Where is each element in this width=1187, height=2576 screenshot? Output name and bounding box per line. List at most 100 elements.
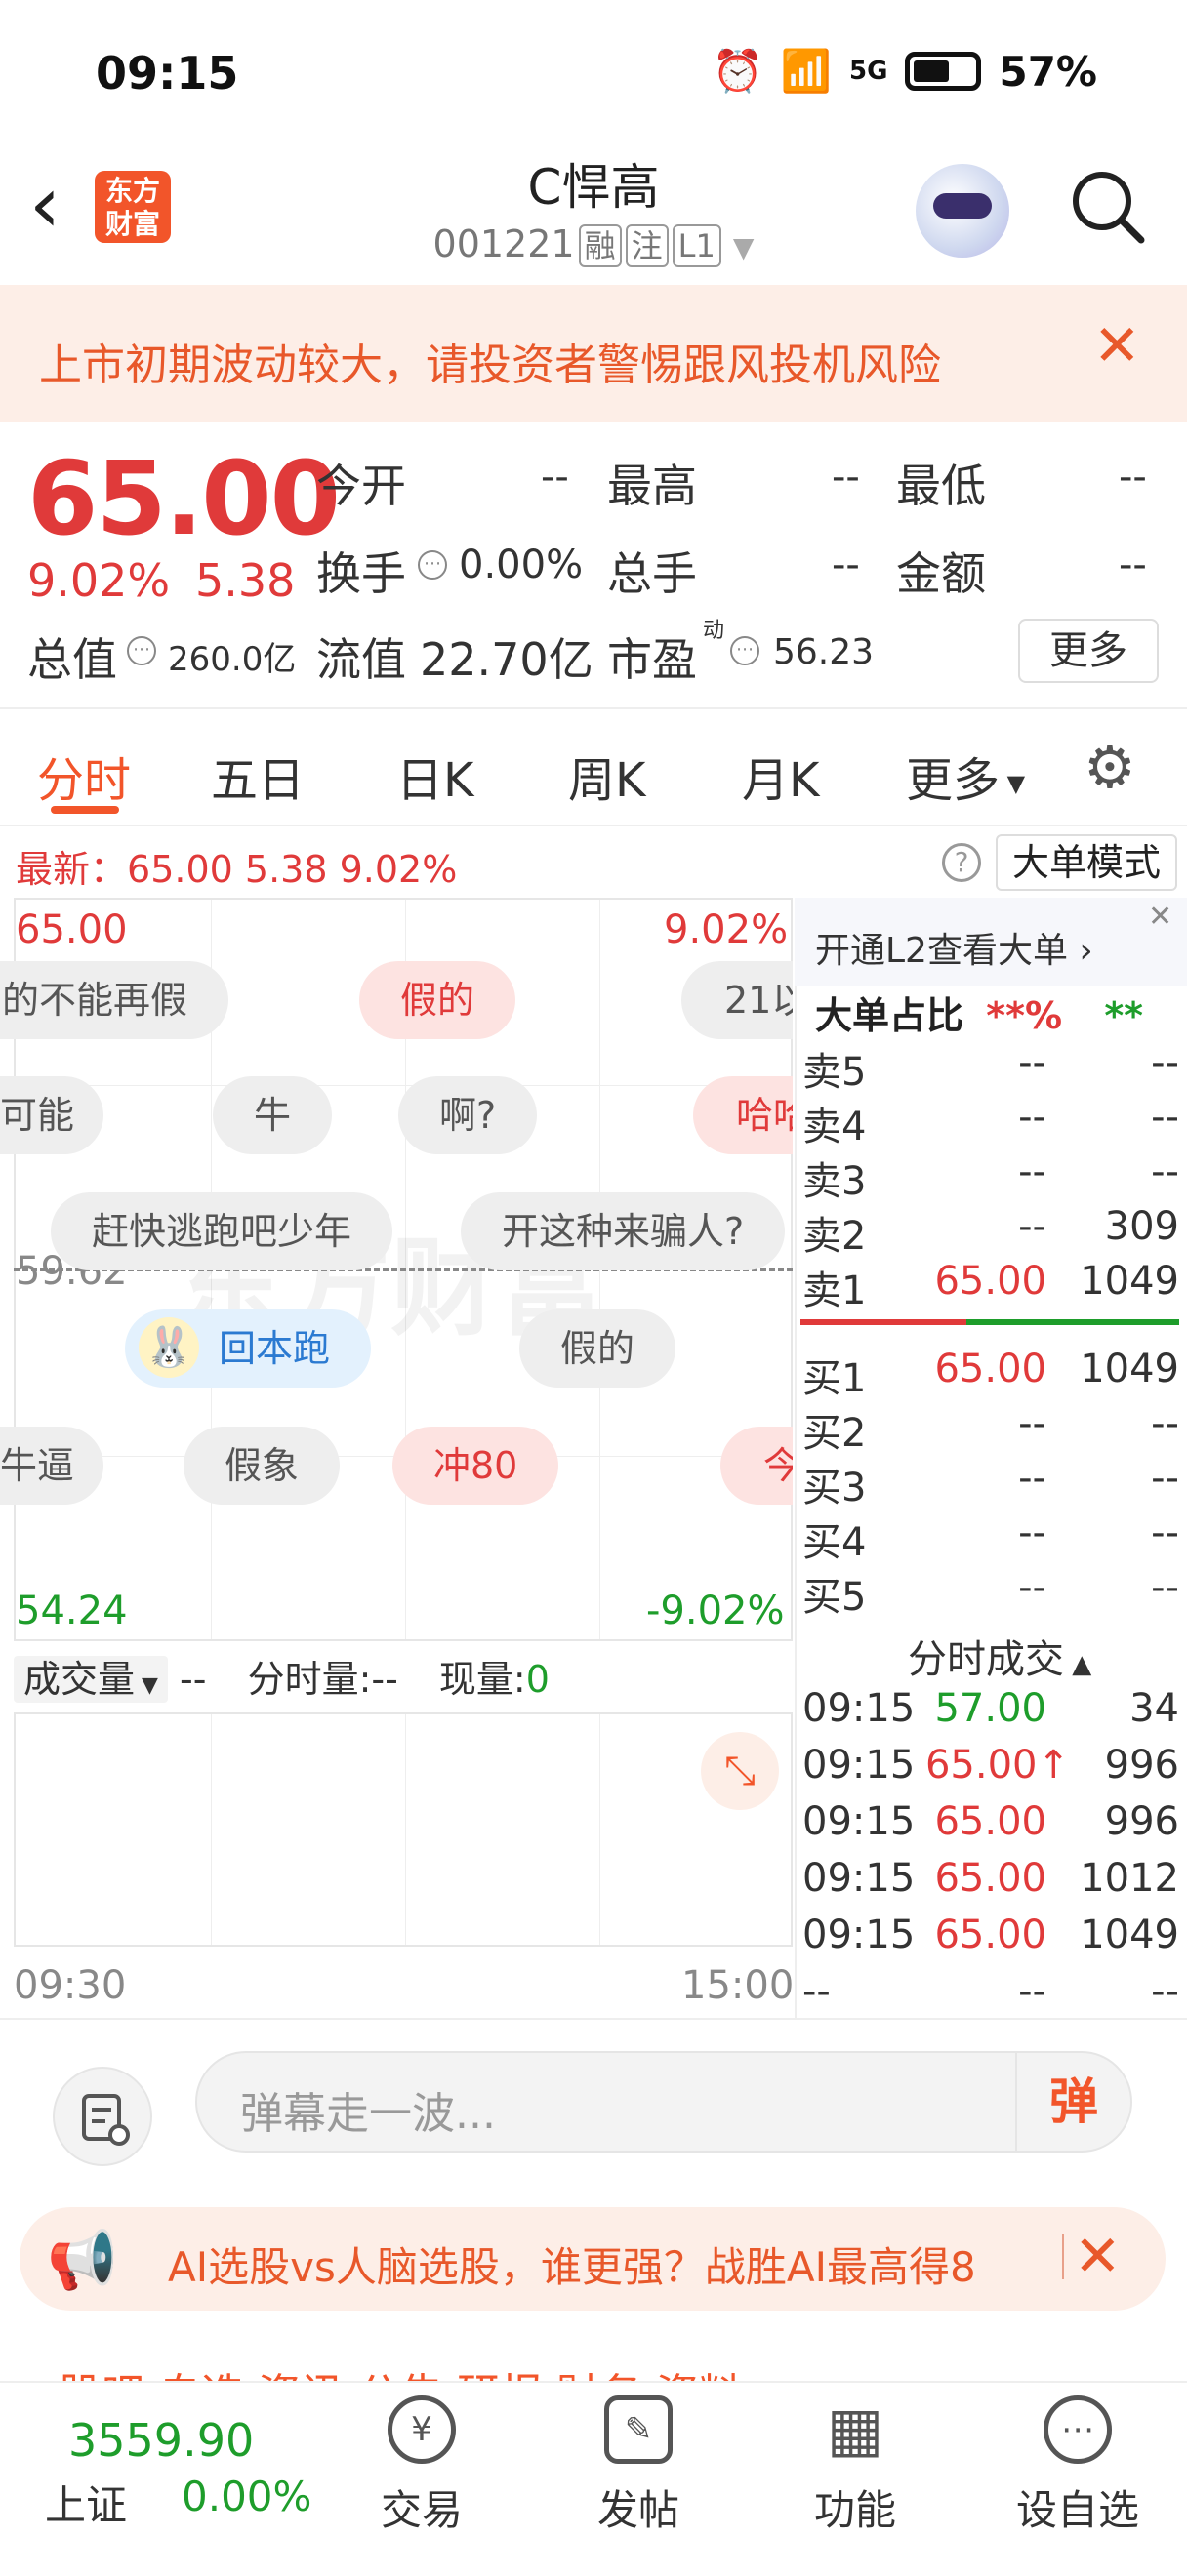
nav-trade[interactable]: ¥ 交易 (344, 2395, 500, 2537)
danmu-bubble[interactable]: 假的 (519, 1309, 676, 1388)
wifi-icon: 📶 (780, 47, 833, 95)
stock-code-row[interactable]: 001221 融注 L1 ▼ (0, 222, 1187, 267)
tick-row: 09:15 65.00 1049 (802, 1912, 1179, 1969)
danmu-bubble[interactable]: 21以 (681, 961, 793, 1039)
danmu-bubble[interactable]: 赶快逃跑吧少年 (51, 1192, 393, 1270)
more-button[interactable]: 更多 (1018, 619, 1159, 683)
nav-post[interactable]: ✎ 发帖 (560, 2395, 716, 2537)
danmu-bubble[interactable]: 牛 (213, 1076, 333, 1154)
grid-line (16, 1085, 791, 1086)
danmu-bubble[interactable]: 今 (720, 1427, 793, 1505)
danmu-bubble[interactable]: 假象 (184, 1427, 341, 1505)
ai-robot-icon[interactable] (916, 164, 1009, 258)
danmu-bubble[interactable]: 哈哈 (693, 1076, 793, 1154)
nav-add-watchlist[interactable]: ⋯ 设自选 (1000, 2395, 1156, 2537)
tick-header-label: 分时成交 (908, 1637, 1064, 1682)
danmu-settings-icon[interactable] (53, 2067, 152, 2166)
volume-chart[interactable] (14, 1712, 793, 1947)
ask-row: 卖1 65.00 1049 (802, 1259, 1179, 1313)
bid-row: 买1 65.00 1049 (802, 1347, 1179, 1401)
ask-label: 卖5 (802, 1050, 867, 1095)
amount-label: 金额 (896, 547, 986, 600)
volume-selector[interactable]: 成交量 ▼ (14, 1656, 168, 1703)
risk-warning-text: 上市初期波动较大，请投资者警惕跟风投机风险 (39, 341, 941, 390)
tab-five-day[interactable]: 五日 (211, 742, 305, 810)
help-icon[interactable]: ? (942, 843, 981, 882)
tick-volume: 996 (1104, 1743, 1179, 1788)
search-icon[interactable] (1069, 168, 1147, 246)
ask-volume: 1049 (1080, 1259, 1179, 1304)
tick-price: 65.00↑ (924, 1743, 1070, 1788)
float-cap-value: 22.70亿 (420, 633, 594, 686)
time-axis-end: 15:00 (681, 1963, 795, 2008)
index-value[interactable]: 3559.90 (68, 2414, 254, 2467)
danmu-bubble[interactable]: 冲80 (392, 1427, 559, 1505)
close-icon[interactable]: ✕ (1093, 317, 1141, 374)
expand-icon[interactable]: ⤡ (701, 1732, 779, 1810)
sell-ratio-bar (966, 1319, 1179, 1325)
now-volume-label: 现量: (438, 1658, 526, 1701)
close-icon[interactable]: ✕ (1074, 2223, 1122, 2289)
ask-price: -- (1018, 1149, 1046, 1194)
ask-price: -- (1018, 1040, 1046, 1085)
turnover-value: 0.00% (459, 543, 584, 587)
tick-price: 65.00 (934, 1912, 1046, 1957)
danmu-bubble[interactable]: 可能 (0, 1076, 103, 1154)
close-icon[interactable]: ✕ (1148, 900, 1172, 934)
danmu-bubble[interactable]: 开这种来骗人? (461, 1192, 786, 1270)
latest-label: 最新： (16, 848, 128, 891)
status-time: 09:15 (96, 47, 239, 100)
big-order-mode-button[interactable]: 大单模式 (996, 834, 1177, 891)
latest-quote-line: 最新：65.00 5.38 9.02% (16, 839, 457, 893)
time-axis-start: 09:30 (14, 1963, 127, 2008)
caret-down-icon: ▼ (732, 231, 755, 263)
settings-gear-icon[interactable]: ⚙ (1084, 734, 1136, 802)
grid-icon: ▦ (826, 2394, 884, 2465)
volume-label: 总手 (607, 547, 697, 600)
latest-pct: 9.02% (339, 848, 458, 891)
bid-row: 买2 -- -- (802, 1401, 1179, 1456)
danmu-bubble[interactable]: 啊? (398, 1076, 538, 1154)
tick-price: 57.00 (934, 1686, 1046, 1731)
tab-monthly-k[interactable]: 月K (742, 742, 819, 810)
caret-down-icon: ▼ (135, 1673, 158, 1698)
tick-price: 65.00 (934, 1799, 1046, 1844)
info-icon[interactable]: ⋯ (127, 636, 156, 665)
index-name[interactable]: 上证 (45, 2473, 127, 2532)
turnover-label: 换手 (316, 547, 406, 600)
danmu-bubble[interactable]: 牛逼 (0, 1427, 103, 1505)
index-percent[interactable]: 0.00% (182, 2473, 311, 2520)
tab-more[interactable]: 更多 ▼ (906, 742, 1025, 810)
tick-time: 09:15 (802, 1856, 916, 1901)
bid-volume: -- (1151, 1401, 1179, 1446)
info-icon[interactable]: ⋯ (418, 550, 447, 580)
tick-trades-header[interactable]: 分时成交 ▲ (908, 1628, 1091, 1684)
danmu-bubble[interactable]: 的不能再假 (0, 961, 229, 1039)
l2-banner-text[interactable]: 开通L2查看大单 › (815, 922, 1093, 973)
bid-label: 买5 (802, 1575, 867, 1620)
danmu-bubble[interactable]: 假的 (359, 961, 516, 1039)
sub-navigation-peek[interactable]: 股吧 自选 资讯 公告 研报 财务 资料 (59, 2359, 1132, 2381)
bid-price: -- (1018, 1565, 1046, 1610)
ask-price: -- (1018, 1204, 1046, 1249)
big-ratio-b: ** (1104, 994, 1144, 1037)
tick-time: 09:15 (802, 1912, 916, 1957)
bid-price: -- (1018, 1510, 1046, 1555)
bid-row: 买5 -- -- (802, 1565, 1179, 1620)
volume-header: 成交量 ▼ -- 分时量:-- 现量:0 (14, 1649, 550, 1703)
alarm-icon: ⏰ (712, 47, 763, 95)
tick-row: 09:15 65.00 996 (802, 1799, 1179, 1856)
yen-exchange-icon: ¥ (388, 2395, 456, 2464)
ad-banner-text[interactable]: AI选股vs人脑选股，谁更强？战胜AI最高得8 (168, 2234, 1037, 2294)
tab-weekly-k[interactable]: 周K (568, 742, 645, 810)
bid-volume: 1049 (1080, 1347, 1179, 1391)
battery-percent: 57% (999, 47, 1097, 96)
tab-intraday[interactable]: 分时 (37, 742, 131, 810)
bid-label: 买3 (802, 1466, 867, 1510)
info-icon[interactable]: ⋯ (730, 636, 759, 665)
ask-label: 卖3 (802, 1159, 867, 1204)
danmu-bubble-featured[interactable]: 🐰 回本跑 (125, 1309, 372, 1388)
send-danmu-button[interactable]: 弹 (1015, 2053, 1130, 2151)
tab-daily-k[interactable]: 日K (396, 742, 473, 810)
nav-functions[interactable]: ▦ 功能 (777, 2395, 933, 2537)
